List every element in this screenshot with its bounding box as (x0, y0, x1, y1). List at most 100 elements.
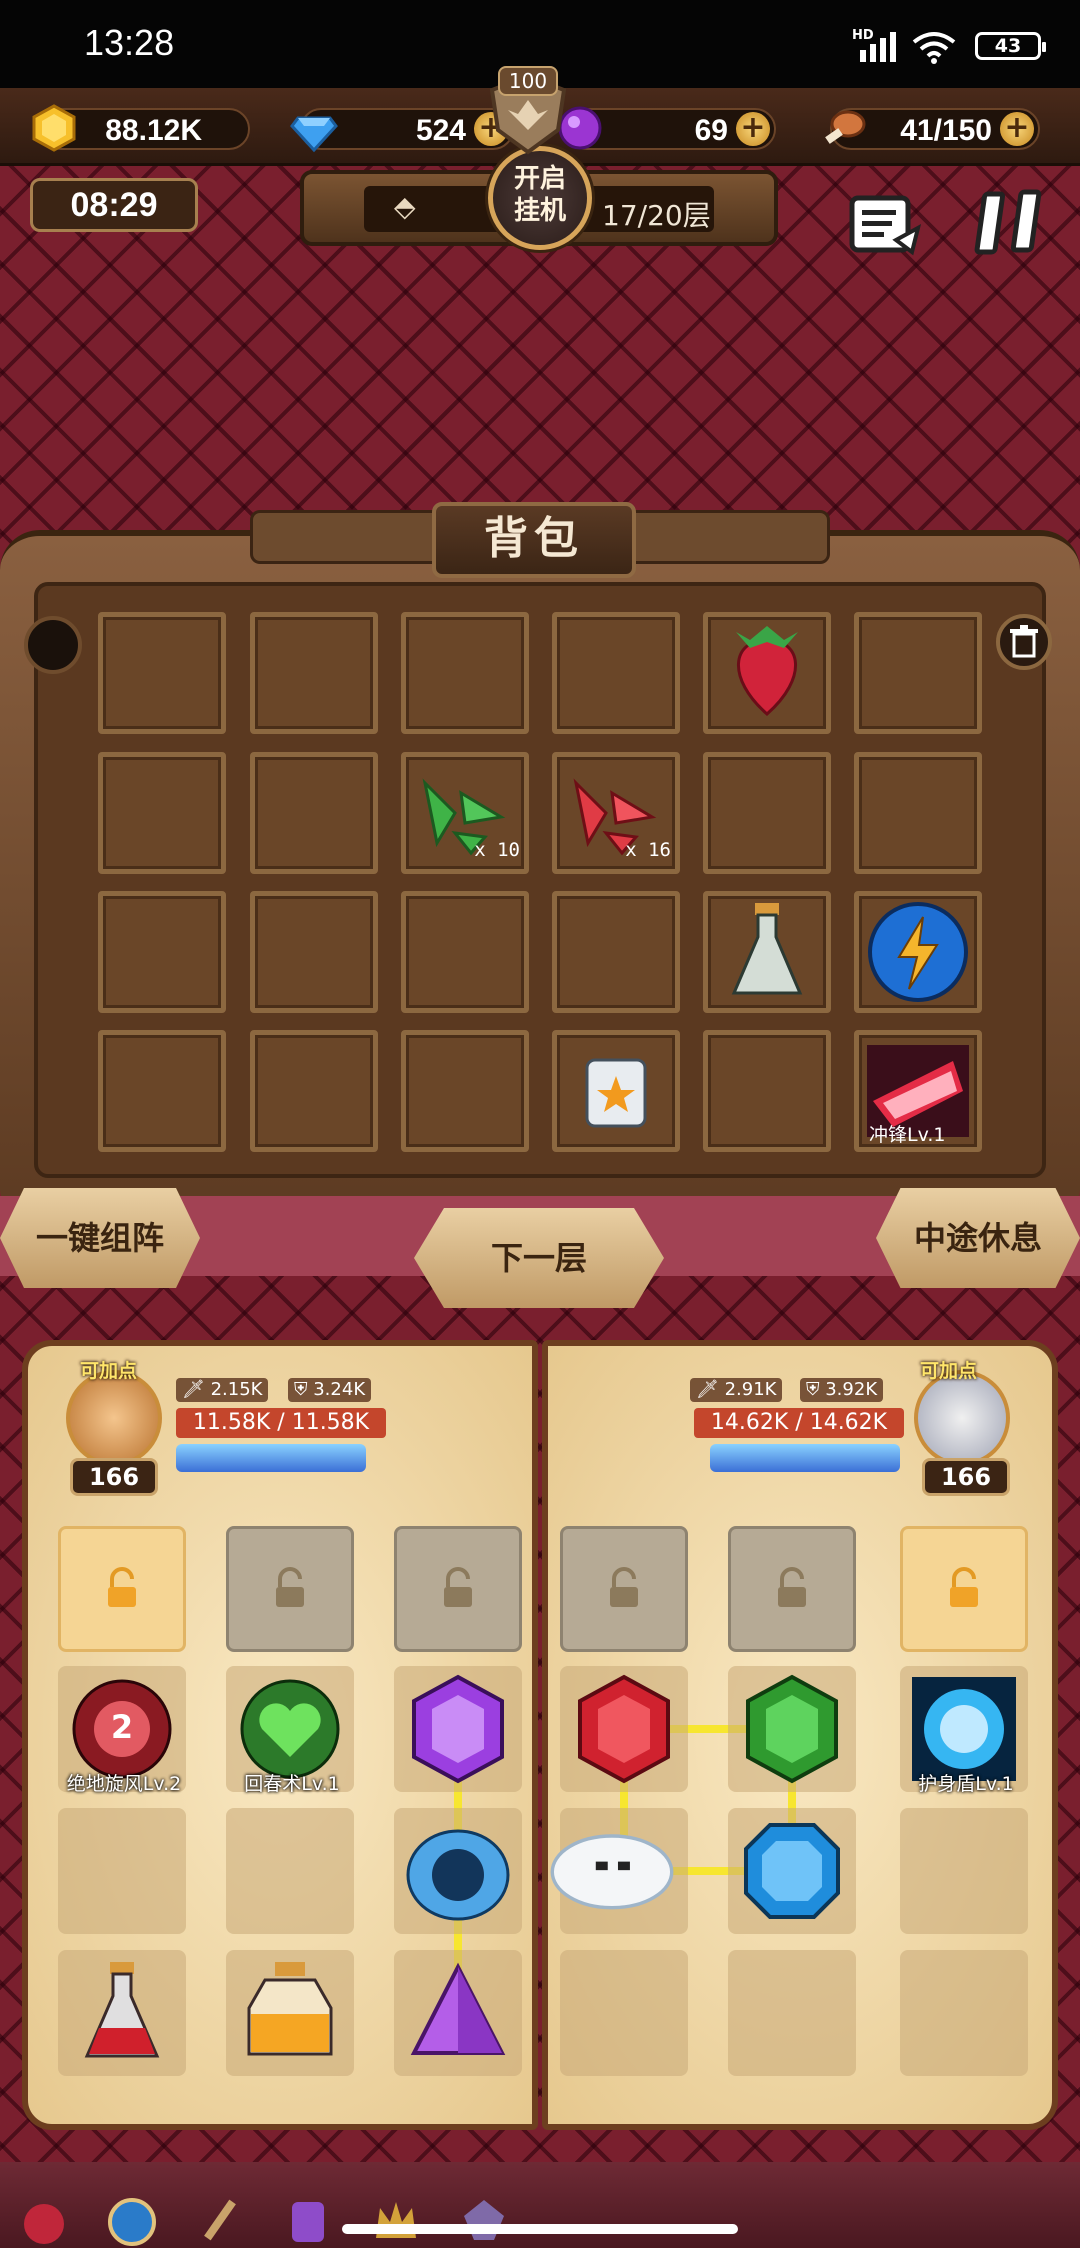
board-slot[interactable]: 回春术Lv.1 (226, 1666, 354, 1795)
backpack-slot[interactable] (98, 612, 226, 734)
quest-log-icon[interactable] (846, 192, 922, 258)
board-slot[interactable] (728, 1808, 856, 1934)
locked-slot[interactable] (560, 1526, 688, 1652)
next-floor-button[interactable]: 下一层 (414, 1208, 664, 1308)
backpack-sort-button[interactable] (24, 616, 82, 674)
add-purple-button[interactable]: + (736, 112, 770, 146)
locked-slot[interactable] (226, 1526, 354, 1652)
chevron-up-icon[interactable]: ⬘ (394, 190, 416, 223)
backpack-slot[interactable] (703, 612, 831, 734)
board-slot[interactable] (560, 1950, 688, 2076)
board-slot[interactable] (550, 1808, 688, 1934)
orange-potion-icon (226, 1950, 354, 2076)
diamond-value: 524 (415, 114, 466, 147)
backpack-slot[interactable] (250, 752, 378, 874)
purple-counter: 69 + (558, 106, 776, 150)
locked-slot[interactable] (728, 1526, 856, 1652)
backpack-slot[interactable]: x 16 (552, 752, 680, 874)
crest-value: 100 (498, 66, 558, 96)
diamond-icon (290, 116, 338, 153)
backpack-slot[interactable] (854, 612, 982, 734)
board-slot[interactable]: 16 (394, 1808, 522, 1934)
lock-icon (229, 1529, 351, 1649)
board-slot[interactable] (58, 1808, 186, 1934)
hero-right-hp: 14.62K / 14.62K (694, 1408, 904, 1438)
unlockable-slot[interactable] (58, 1526, 186, 1652)
board-slot[interactable] (226, 1950, 354, 2076)
auto-battle-button[interactable]: 开启 挂机 (488, 146, 592, 250)
defense-value: 3.92K (825, 1379, 878, 1400)
board-slot[interactable] (900, 1950, 1028, 2076)
home-indicator[interactable] (342, 2224, 738, 2234)
backpack-slot[interactable] (703, 891, 831, 1013)
backpack-slot[interactable]: 冲锋Lv.1 (854, 1030, 982, 1152)
backpack-slot[interactable] (552, 1030, 680, 1152)
board-slot[interactable] (58, 1950, 186, 2076)
gold-icon (32, 104, 76, 152)
backpack-slot[interactable] (703, 752, 831, 874)
backpack-slot[interactable] (98, 891, 226, 1013)
auto-label-1: 开启 (513, 164, 566, 194)
red-potion-icon (58, 1950, 186, 2076)
backpack-slot[interactable]: x 10 (401, 752, 529, 874)
nav-fruit-icon[interactable] (14, 2194, 74, 2246)
signal-icon (860, 50, 866, 62)
hero-left-portrait[interactable] (66, 1370, 162, 1466)
attack-value: 2.15K (210, 1379, 263, 1400)
backpack-slot[interactable] (98, 752, 226, 874)
auto-label-2: 挂机 (513, 196, 566, 226)
auto-formation-button[interactable]: 一键组阵 (0, 1188, 200, 1288)
board-slot[interactable] (728, 1950, 856, 2076)
board-slot[interactable] (394, 1950, 522, 2076)
backpack-slot[interactable] (401, 612, 529, 734)
nav-scroll-icon[interactable] (278, 2194, 338, 2246)
rest-button[interactable]: 中途休息 (876, 1188, 1080, 1288)
backpack-slot[interactable] (854, 891, 982, 1013)
floor-label: 17/20层 (602, 199, 711, 232)
attack-value: 2.91K (724, 1379, 777, 1400)
gold-counter: 88.12K (32, 104, 250, 152)
board-slot[interactable] (728, 1666, 856, 1792)
lock-icon (397, 1529, 519, 1649)
board-slot[interactable] (226, 1808, 354, 1934)
purple-gem-icon (394, 1666, 522, 1792)
board-slot[interactable] (900, 1808, 1028, 1934)
board-slot[interactable] (560, 1666, 688, 1792)
backpack-slot[interactable] (703, 1030, 831, 1152)
board-slot[interactable] (394, 1666, 522, 1792)
backpack-slot[interactable] (854, 752, 982, 874)
nav-crown-icon[interactable] (366, 2194, 426, 2246)
stamina-counter: 41/150 + (825, 108, 1040, 150)
backpack-slot[interactable] (250, 1030, 378, 1152)
pause-icon[interactable] (974, 186, 1054, 258)
nav-shield-icon[interactable] (102, 2194, 162, 2246)
hero-right-attack: 🗡 2.91K (690, 1378, 783, 1402)
backpack-slot[interactable] (98, 1030, 226, 1152)
defense-value: 3.24K (313, 1379, 366, 1400)
backpack-slot[interactable] (552, 612, 680, 734)
cloud-monster-icon (548, 1808, 676, 1934)
hero-right-can-add-badge: 可加点 (920, 1360, 978, 1382)
backpack-slot[interactable] (401, 891, 529, 1013)
nav-gem-icon[interactable] (454, 2194, 514, 2246)
signal-bar (890, 32, 896, 62)
gold-value: 88.12K (105, 114, 202, 147)
backpack-slot[interactable] (250, 612, 378, 734)
backpack-slot[interactable] (250, 891, 378, 1013)
trash-icon[interactable] (996, 614, 1052, 670)
board-slot[interactable]: 2 绝地旋风Lv.2 (58, 1666, 186, 1795)
add-stamina-button[interactable]: + (1000, 112, 1034, 146)
item-count: x 10 (474, 839, 520, 861)
empty-flask-icon (708, 896, 826, 1008)
nav-sword-icon[interactable] (190, 2194, 250, 2246)
bottom-nav (0, 2162, 1080, 2248)
backpack-slot[interactable] (552, 891, 680, 1013)
unlock-icon (903, 1529, 1025, 1649)
board-slot[interactable]: 护身盾Lv.1 (900, 1666, 1028, 1795)
locked-slot[interactable] (394, 1526, 522, 1652)
blue-gem-icon (728, 1808, 856, 1934)
backpack-slot[interactable] (401, 1030, 529, 1152)
hero-right-portrait[interactable] (914, 1370, 1010, 1466)
unlockable-slot[interactable] (900, 1526, 1028, 1652)
hero-left-can-add-badge: 可加点 (80, 1360, 138, 1382)
